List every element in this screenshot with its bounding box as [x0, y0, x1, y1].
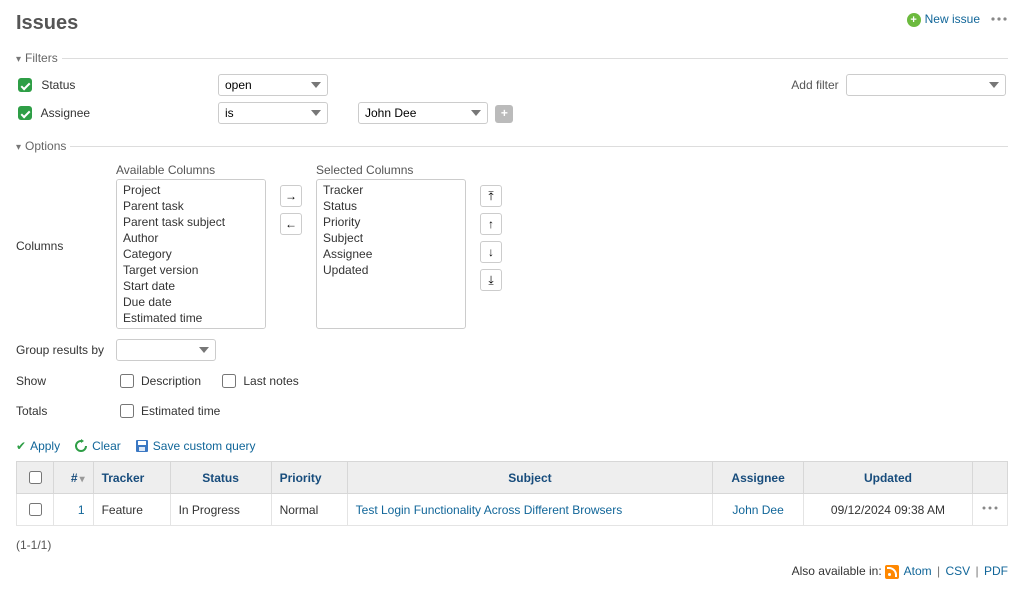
- list-item[interactable]: Author: [117, 230, 265, 246]
- totals-label: Totals: [16, 404, 116, 418]
- page-title: Issues: [16, 12, 78, 35]
- show-label: Show: [16, 374, 116, 388]
- show-description-option[interactable]: Description: [116, 371, 201, 391]
- save-icon: [135, 439, 149, 453]
- totals-estimated-time-checkbox[interactable]: [120, 404, 134, 418]
- check-icon: ✔: [16, 439, 26, 453]
- show-last-notes-option[interactable]: Last notes: [218, 371, 298, 391]
- list-item[interactable]: Category: [117, 246, 265, 262]
- col-header-assignee[interactable]: Assignee: [713, 462, 804, 494]
- list-item[interactable]: Parent task: [117, 198, 265, 214]
- available-columns-title: Available Columns: [116, 163, 266, 177]
- select-all-checkbox[interactable]: [29, 471, 42, 484]
- list-item[interactable]: Tracker: [317, 182, 465, 198]
- row-checkbox[interactable]: [29, 503, 42, 516]
- list-item[interactable]: Updated: [317, 262, 465, 278]
- list-item[interactable]: Total estimated time: [117, 326, 265, 329]
- move-up-button[interactable]: ↑: [480, 213, 502, 235]
- move-bottom-button[interactable]: ⤓: [480, 269, 502, 291]
- reload-icon: [74, 439, 88, 453]
- plus-circle-icon: [907, 13, 921, 27]
- filter-value-select[interactable]: John Dee: [358, 102, 488, 124]
- rss-icon: [885, 565, 899, 579]
- sort-desc-icon: ▾: [80, 474, 85, 485]
- col-header-subject[interactable]: Subject: [347, 462, 713, 494]
- export-atom-link[interactable]: Atom: [904, 564, 932, 578]
- add-filter-label: Add filter: [791, 78, 838, 92]
- available-columns-list[interactable]: ProjectParent taskParent task subjectAut…: [116, 179, 266, 329]
- row-actions-icon[interactable]: [981, 503, 999, 517]
- columns-label: Columns: [16, 239, 116, 253]
- show-description-checkbox[interactable]: [120, 374, 134, 388]
- list-item[interactable]: Start date: [117, 278, 265, 294]
- list-item[interactable]: Status: [317, 198, 465, 214]
- new-issue-link[interactable]: New issue: [907, 12, 980, 27]
- col-header-status[interactable]: Status: [170, 462, 271, 494]
- show-last-notes-checkbox[interactable]: [222, 374, 236, 388]
- col-header-id[interactable]: #▾: [54, 462, 94, 494]
- add-value-icon[interactable]: +: [495, 105, 513, 123]
- issues-table: #▾ Tracker Status Priority Subject Assig…: [16, 461, 1008, 526]
- apply-link[interactable]: ✔Apply: [16, 439, 60, 453]
- filter-operator-select[interactable]: is: [218, 102, 328, 124]
- options-fieldset: ▾Options Columns Available Columns Proje…: [16, 139, 1008, 425]
- col-header-updated[interactable]: Updated: [803, 462, 972, 494]
- more-actions-icon[interactable]: [990, 12, 1008, 26]
- totals-estimated-time-option[interactable]: Estimated time: [116, 401, 220, 421]
- export-prefix: Also available in:: [792, 564, 882, 578]
- col-header-priority[interactable]: Priority: [271, 462, 347, 494]
- filter-operator-select[interactable]: open: [218, 74, 328, 96]
- list-item[interactable]: Project: [117, 182, 265, 198]
- assignee-link[interactable]: John Dee: [732, 503, 783, 517]
- list-item[interactable]: Parent task subject: [117, 214, 265, 230]
- cell-tracker: Feature: [93, 494, 170, 526]
- col-header-tracker[interactable]: Tracker: [93, 462, 170, 494]
- selected-columns-list[interactable]: TrackerStatusPrioritySubjectAssigneeUpda…: [316, 179, 466, 329]
- filters-fieldset: ▾Filters Status open Add filter Assignee…: [16, 51, 1008, 131]
- filter-field-label: Status: [41, 78, 75, 92]
- list-item[interactable]: Estimated time: [117, 310, 265, 326]
- filter-field-label: Assignee: [41, 106, 90, 120]
- table-row[interactable]: 1 Feature In Progress Normal Test Login …: [17, 494, 1008, 526]
- move-down-button[interactable]: ↓: [480, 241, 502, 263]
- selected-columns-title: Selected Columns: [316, 163, 466, 177]
- options-legend[interactable]: ▾Options: [16, 139, 70, 153]
- filter-enabled-check-icon[interactable]: [18, 78, 32, 92]
- chevron-down-icon: ▾: [16, 54, 21, 65]
- list-item[interactable]: Priority: [317, 214, 465, 230]
- cell-status: In Progress: [170, 494, 271, 526]
- move-left-button[interactable]: ←: [280, 213, 302, 235]
- issue-subject-link[interactable]: Test Login Functionality Across Differen…: [356, 503, 623, 517]
- move-right-button[interactable]: →: [280, 185, 302, 207]
- list-item[interactable]: Due date: [117, 294, 265, 310]
- issue-id-link[interactable]: 1: [78, 503, 85, 517]
- move-top-button[interactable]: ⤒: [480, 185, 502, 207]
- list-item[interactable]: Subject: [317, 230, 465, 246]
- filters-legend[interactable]: ▾Filters: [16, 51, 62, 65]
- export-pdf-link[interactable]: PDF: [984, 564, 1008, 578]
- export-links: Also available in: Atom | CSV | PDF: [16, 564, 1008, 579]
- group-results-label: Group results by: [16, 343, 116, 357]
- cell-updated: 09/12/2024 09:38 AM: [803, 494, 972, 526]
- list-item[interactable]: Assignee: [317, 246, 465, 262]
- add-filter-select[interactable]: [846, 74, 1006, 96]
- new-issue-label: New issue: [925, 12, 980, 26]
- export-csv-link[interactable]: CSV: [946, 564, 971, 578]
- pagination-info: (1-1/1): [16, 538, 1008, 552]
- list-item[interactable]: Target version: [117, 262, 265, 278]
- filter-enabled-check-icon[interactable]: [18, 106, 32, 120]
- cell-priority: Normal: [271, 494, 347, 526]
- group-results-select[interactable]: [116, 339, 216, 361]
- clear-link[interactable]: Clear: [74, 439, 121, 453]
- chevron-down-icon: ▾: [16, 142, 21, 153]
- save-query-link[interactable]: Save custom query: [135, 439, 256, 453]
